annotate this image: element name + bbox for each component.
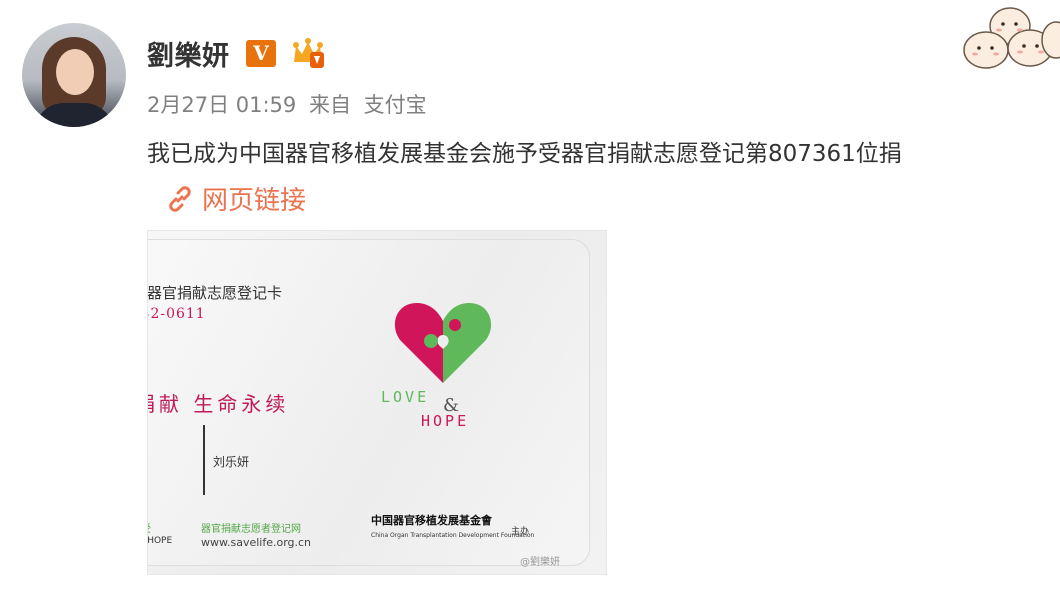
card-title: 人体器官捐献志愿登记卡 <box>147 284 283 302</box>
card-site-cn: 器官捐献志愿者登记网 <box>201 524 301 535</box>
post-timestamp[interactable]: 2月27日 01:59 <box>147 93 296 117</box>
link-chain-icon <box>169 185 191 212</box>
card-sponsor-cn: 施予受 <box>148 520 156 535</box>
post-meta: 2月27日 01:59 来自 支付宝 <box>147 89 433 119</box>
image-watermark: @劉樂妍 <box>520 557 560 568</box>
verified-badge-icon: V <box>246 40 276 67</box>
card-donor-name: 刘乐妍 <box>213 455 250 469</box>
card-foundation-cn: 中国器官移植发展基金會 <box>371 514 492 527</box>
card-divider <box>203 425 205 495</box>
avatar-face <box>56 49 94 95</box>
card-body: 人体器官捐献志愿登记卡 0-832-0611 官捐献 生命永续 刘乐妍 LOVE… <box>147 239 590 566</box>
username[interactable]: 劉樂妍 <box>147 34 230 73</box>
post-source[interactable]: 支付宝 <box>364 93 427 117</box>
crown-member-icon[interactable] <box>290 36 326 70</box>
web-link-label[interactable]: 网页链接 <box>202 180 306 217</box>
logo-hope-text: HOPE <box>421 412 470 430</box>
card-sponsor-en: LOVE & HOPE <box>147 536 173 546</box>
card-slogan: 官捐献 生命永续 <box>148 392 290 416</box>
cartoon-faces-decoration <box>963 7 1060 69</box>
puzzle-heart-logo-icon <box>394 303 492 383</box>
web-link[interactable]: 网页链接 <box>166 180 306 217</box>
card-phone: 0-832-0611 <box>148 306 206 322</box>
card-host: 主办 <box>511 527 530 537</box>
card-foundation-en: China Organ Transplantation Development … <box>371 532 535 539</box>
post-content: 我已成为中国器官移植发展基金会施予受器官捐献志愿登记第807361位捐 <box>147 141 902 167</box>
user-avatar[interactable] <box>22 23 126 127</box>
card-site-en: www.savelife.org.cn <box>201 536 312 549</box>
source-prefix: 来自 <box>308 93 351 117</box>
logo-love-text: LOVE <box>381 388 430 406</box>
donor-card-image[interactable]: 人体器官捐献志愿登记卡 0-832-0611 官捐献 生命永续 刘乐妍 LOVE… <box>147 230 607 575</box>
